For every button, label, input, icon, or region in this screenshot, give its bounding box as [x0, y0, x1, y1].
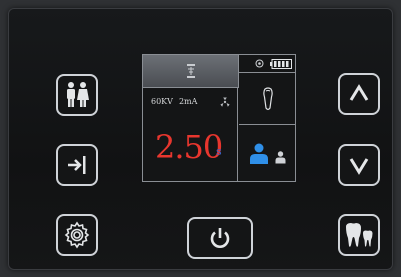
arrow-down-icon: [349, 158, 369, 175]
battery-icon: [270, 58, 292, 69]
patient-type-icon: [67, 82, 89, 107]
ma-value: 2mA: [178, 97, 198, 106]
settings-button[interactable]: [56, 214, 98, 256]
exposure-mode-button[interactable]: [56, 144, 98, 186]
single-tooth-icon: [262, 86, 273, 110]
exposure-area: 60KV 2mA 2.50 s: [143, 87, 238, 182]
arrow-up-icon: [349, 84, 369, 101]
increase-button[interactable]: [338, 73, 380, 115]
child-patient-icon: [275, 151, 286, 164]
time-unit: s: [216, 145, 222, 158]
status-bar: [239, 55, 296, 73]
tooth-selection-button[interactable]: [338, 214, 380, 256]
patient-type-button[interactable]: [56, 74, 98, 116]
patient-type-cell: [239, 125, 296, 182]
decrease-button[interactable]: [338, 144, 380, 186]
exposure-parameters: 60KV 2mA: [151, 97, 197, 106]
sensor-icon: [186, 64, 195, 78]
record-icon: [255, 59, 264, 68]
power-button[interactable]: [187, 217, 253, 259]
kv-value: 60KV: [151, 97, 173, 106]
exposure-time: 2.50: [155, 128, 223, 166]
tooth-position-cell: [239, 73, 296, 125]
radiation-icon: [220, 97, 230, 107]
adult-patient-icon: [250, 143, 268, 164]
exposure-mode-icon: [68, 156, 86, 174]
settings-gear-icon: [64, 221, 90, 249]
power-icon: [210, 228, 230, 248]
lcd-display: 60KV 2mA 2.50 s: [142, 54, 296, 182]
sensor-bar: [143, 55, 239, 88]
tooth-selection-icon: [346, 223, 373, 247]
